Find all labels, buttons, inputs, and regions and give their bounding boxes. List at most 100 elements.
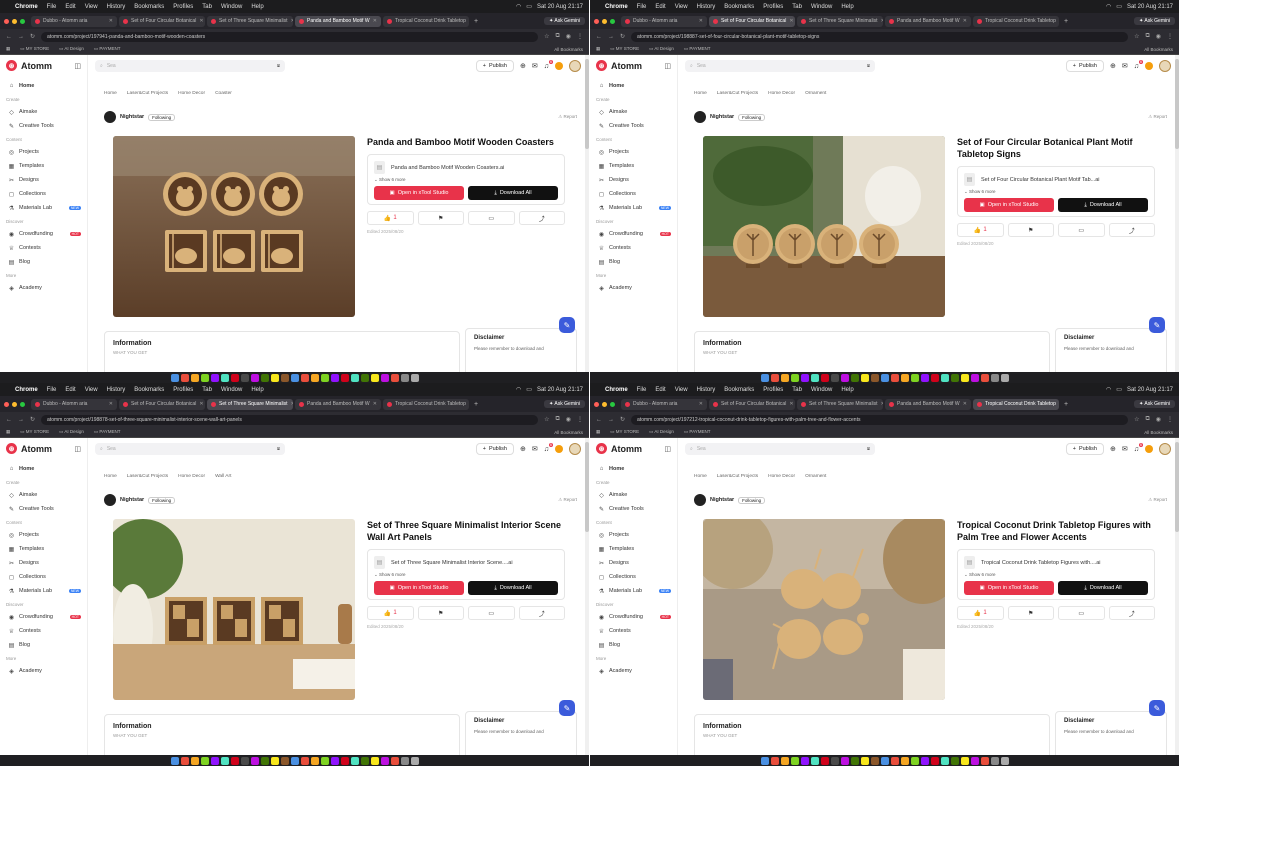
menu-bookmarks[interactable]: Bookmarks — [724, 4, 754, 10]
dock-app-icon[interactable] — [900, 373, 909, 382]
coin-icon[interactable] — [1145, 445, 1153, 453]
dock-app-icon[interactable] — [860, 756, 869, 765]
menu-edit[interactable]: Edit — [65, 387, 75, 393]
author-name[interactable]: Nightstar — [120, 497, 144, 503]
open-in-xtool-studio-button[interactable]: ▣ Open in xTool Studio — [374, 186, 464, 200]
wifi-icon[interactable]: ◠ — [516, 386, 521, 393]
dock-app-icon[interactable] — [820, 756, 829, 765]
bookmark-item[interactable]: ▭ MY STORE — [20, 429, 49, 435]
sidebar-item-creative-tools[interactable]: ✎ Creative Tools — [596, 119, 671, 133]
share-button[interactable]: ⤴ — [1108, 606, 1155, 620]
bookmark-button[interactable]: ⚑ — [1007, 606, 1054, 620]
comment-button[interactable]: ▭ — [1058, 223, 1105, 237]
forward-icon[interactable]: → — [608, 34, 614, 40]
browser-tab[interactable]: Panda and Bamboo Motif W ✕ — [295, 398, 381, 410]
sidebar-item-blog[interactable]: ▤ Blog — [596, 638, 671, 652]
dock-app-icon[interactable] — [400, 373, 409, 382]
like-button[interactable]: 👍 1 — [957, 223, 1004, 237]
author-name[interactable]: Nightstar — [120, 114, 144, 120]
menu-history[interactable]: History — [697, 4, 716, 10]
menu-profiles[interactable]: Profiles — [763, 4, 783, 10]
sidebar-item-collections[interactable]: ◻ Collections — [6, 187, 81, 201]
dock-app-icon[interactable] — [380, 373, 389, 382]
bookmark-item[interactable]: ▭ PAYMENT — [94, 429, 121, 435]
atomm-logo[interactable]: ⊛ Atomm ◫ — [6, 60, 81, 71]
sidebar-item-creative-tools[interactable]: ✎ Creative Tools — [6, 502, 81, 516]
avatar[interactable] — [1159, 60, 1171, 72]
sidebar-item-home[interactable]: ⌂ Home — [596, 79, 671, 93]
dock-app-icon[interactable] — [920, 756, 929, 765]
author-avatar[interactable] — [694, 494, 706, 506]
dock-app-icon[interactable] — [760, 373, 769, 382]
dock-app-icon[interactable] — [910, 373, 919, 382]
dock-app-icon[interactable] — [320, 756, 329, 765]
clock[interactable]: Sat 20 Aug 21:17 — [537, 4, 583, 10]
dock-app-icon[interactable] — [880, 373, 889, 382]
project-hero-image[interactable] — [703, 519, 945, 700]
close-tab-icon[interactable]: ✕ — [199, 401, 203, 407]
menu-history[interactable]: History — [697, 387, 716, 393]
dock-app-icon[interactable] — [210, 373, 219, 382]
dock-app-icon[interactable] — [890, 756, 899, 765]
menu-file[interactable]: File — [637, 4, 647, 10]
dock-app-icon[interactable] — [810, 756, 819, 765]
share-button[interactable]: ⤴ — [518, 606, 565, 620]
dock-app-icon[interactable] — [360, 373, 369, 382]
search-input[interactable]: ⌕ Sea ⧈ — [95, 443, 285, 455]
menu-window[interactable]: Window — [221, 387, 242, 393]
message-icon[interactable]: ✉ — [1122, 62, 1128, 70]
dock-app-icon[interactable] — [850, 756, 859, 765]
dock-app-icon[interactable] — [240, 373, 249, 382]
dock-app-icon[interactable] — [800, 373, 809, 382]
sidebar-item-materials-lab[interactable]: ⚗ Materials Lab NEW — [596, 584, 671, 598]
apps-icon[interactable]: ▦ — [596, 46, 600, 52]
breadcrumb-item[interactable]: Laser&Cut Projects — [127, 91, 168, 96]
all-bookmarks[interactable]: All Bookmarks — [1144, 430, 1173, 435]
menu-help[interactable]: Help — [251, 387, 263, 393]
wifi-icon[interactable]: ◠ — [1106, 3, 1111, 10]
share-button[interactable]: ⤴ — [1108, 223, 1155, 237]
close-tab-icon[interactable]: ✕ — [881, 401, 883, 407]
dock-app-icon[interactable] — [390, 373, 399, 382]
breadcrumb-item[interactable]: Home — [104, 91, 117, 96]
scrollbar[interactable] — [1175, 438, 1179, 755]
message-icon[interactable]: ✉ — [532, 445, 538, 453]
sidebar-item-templates[interactable]: ▦ Templates — [6, 159, 81, 173]
dock-app-icon[interactable] — [270, 373, 279, 382]
browser-tab[interactable]: Set of Four Circular Botanical ✕ — [709, 15, 795, 27]
browser-tab[interactable]: Set of Four Circular Botanical ✕ — [709, 398, 795, 410]
dock-app-icon[interactable] — [830, 373, 839, 382]
bell-icon[interactable]: ♫ 6 — [1134, 59, 1143, 70]
dock-app-icon[interactable] — [790, 756, 799, 765]
avatar[interactable] — [569, 443, 581, 455]
author-avatar[interactable] — [104, 111, 116, 123]
back-icon[interactable]: ← — [596, 34, 602, 40]
dock-app-icon[interactable] — [380, 756, 389, 765]
extensions-icon[interactable]: ⧉ — [555, 33, 559, 40]
dock-app-icon[interactable] — [840, 756, 849, 765]
close-tab-icon[interactable]: ✕ — [789, 18, 793, 24]
close-tab-icon[interactable]: ✕ — [881, 18, 883, 24]
close-window-button[interactable] — [4, 18, 9, 24]
browser-tab[interactable]: Set of Three Square Minimalist ✕ — [797, 15, 883, 27]
menu-tab[interactable]: Tab — [202, 387, 212, 393]
search-input[interactable]: ⌕ Sea ⧈ — [95, 60, 285, 72]
profile-icon[interactable]: ◉ — [1156, 416, 1161, 423]
dock-app-icon[interactable] — [350, 756, 359, 765]
dock-app-icon[interactable] — [940, 756, 949, 765]
url-bar[interactable]: atomm.com/project/198887-set-of-four-cir… — [631, 31, 1129, 42]
wifi-icon[interactable]: ◠ — [516, 3, 521, 10]
dock-app-icon[interactable] — [350, 373, 359, 382]
dock-app-icon[interactable] — [410, 756, 419, 765]
dock-app-icon[interactable] — [190, 756, 199, 765]
sidebar-item-designs[interactable]: ✂ Designs — [6, 173, 81, 187]
browser-tab[interactable]: Set of Four Circular Botanical ✕ — [119, 398, 205, 410]
project-hero-image[interactable] — [113, 136, 355, 317]
apps-icon[interactable]: ▦ — [6, 46, 10, 52]
new-tab-button[interactable]: + — [1061, 401, 1071, 408]
following-button[interactable]: Following — [148, 113, 176, 121]
close-tab-icon[interactable]: ✕ — [291, 18, 293, 24]
browser-tab[interactable]: Set of Three Square Minimalist ✕ — [207, 15, 293, 27]
sidebar-item-materials-lab[interactable]: ⚗ Materials Lab NEW — [6, 201, 81, 215]
browser-tab[interactable]: Tropical Coconut Drink Tabletop✕ — [383, 398, 469, 410]
